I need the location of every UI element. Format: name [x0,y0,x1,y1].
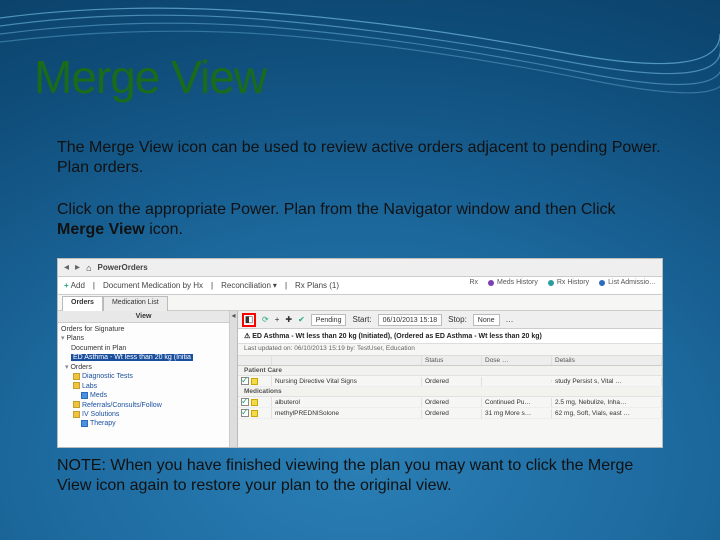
checkbox-icon[interactable] [241,377,249,385]
breadcrumb-bar: ◂ ▸ ⌂ PowerOrders [58,259,662,277]
tab-medication-list[interactable]: Medication List [103,296,168,311]
doc-med-hx-button[interactable]: Document Medication by Hx [103,281,203,290]
section-medications: Medications [238,387,662,397]
plan-subtitle: Last updated on: 06/10/2013 15:19 by: Te… [238,344,662,356]
note-icon [251,410,258,417]
pending-dropdown[interactable]: Pending [311,314,347,326]
nav-item-selected[interactable]: ED Asthma - Wt less than 20 kg (Initia [61,353,226,362]
refresh-icon[interactable]: ⟳ [262,315,269,324]
nav-sub-item[interactable]: IV Solutions [61,410,226,419]
action-icon[interactable]: + [275,315,280,324]
folder-icon [73,401,80,408]
checkbox-icon[interactable] [241,409,249,417]
sep: | [285,281,287,290]
folder-icon [73,411,80,418]
nav-item[interactable]: Orders for Signature [61,325,226,334]
collapse-handle[interactable]: ◂ [230,311,238,447]
p2-text-c: icon. [145,221,183,238]
p2-bold: Merge View [57,221,145,238]
nav-sub-item[interactable]: Therapy [61,419,226,428]
navigator-panel: View Orders for Signature Plans Document… [58,311,230,447]
nav-item-orders[interactable]: Orders [61,363,226,372]
meds-history-indicator: Meds History [488,279,538,286]
nav-item[interactable]: Document in Plan [61,344,226,353]
action-icon[interactable]: ✚ [285,315,292,324]
tab-orders[interactable]: Orders [62,296,103,311]
folder-icon [73,373,80,380]
nav-item-plans[interactable]: Plans [61,334,226,343]
p2-text-a: Click on the appropriate Power. Plan fro… [57,201,616,218]
col-dose: Dose … [482,356,552,365]
main-panel: ◧ ⟳ + ✚ ✔ Pending Start: 06/10/2013 15:1… [238,311,662,447]
merge-view-icon[interactable]: ◧ [242,313,256,327]
note-icon [251,378,258,385]
navigator-tree: Orders for Signature Plans Document in P… [58,323,229,447]
order-row[interactable]: methylPREDNISolone Ordered 31 mg More s…… [238,408,662,419]
folder-icon [73,382,80,389]
rx-indicator: Rx [469,279,478,286]
plan-toolbar: ◧ ⟳ + ✚ ✔ Pending Start: 06/10/2013 15:1… [238,311,662,329]
paragraph-1: The Merge View icon can be used to revie… [57,138,663,179]
breadcrumb-label: PowerOrders [98,263,148,272]
start-label: Start: [352,315,371,324]
col-status: Status [422,356,482,365]
order-row[interactable]: albuterol Ordered Continued Pu… 2.5 mg, … [238,397,662,408]
item-icon [81,392,88,399]
sep: | [93,281,95,290]
sep: | [211,281,213,290]
nav-sub-item[interactable]: Referrals/Consults/Follow [61,401,226,410]
meds-indicator-row: Rx Meds History Rx History List Admissio… [469,279,656,286]
embedded-app-screenshot: ◂ ▸ ⌂ PowerOrders Rx Meds History Rx His… [57,258,663,448]
start-date-field[interactable]: 06/10/2013 15:18 [378,314,443,326]
check-icon[interactable]: ✔ [298,315,305,324]
nav-back-icon[interactable]: ◂ [64,262,69,273]
note-icon [251,399,258,406]
add-button[interactable]: +Add [64,281,85,290]
checkbox-icon[interactable] [241,398,249,406]
nav-sub-item[interactable]: Labs [61,382,226,391]
stop-field[interactable]: None [473,314,500,326]
plan-title: ⚠ ED Asthma - Wt less than 20 kg (Initia… [238,329,662,344]
col-details: Details [552,356,662,365]
rx-plans-button[interactable]: Rx Plans (1) [295,281,339,290]
slide-title: Merge View [34,50,266,104]
order-row[interactable]: Nursing Directive Vital Signs Ordered st… [238,376,662,387]
rx-history-indicator: Rx History [548,279,589,286]
reconciliation-button[interactable]: Reconciliation ▾ [221,281,277,290]
nav-fwd-icon[interactable]: ▸ [75,262,80,273]
admission-indicator: List Admissio… [599,279,656,286]
section-patient-care: Patient Care [238,366,662,376]
plus-icon: + [64,281,69,290]
nav-sub-item[interactable]: Meds [61,391,226,400]
navigator-header: View [58,311,229,323]
grid-rows: Patient Care Nursing Directive Vital Sig… [238,366,662,419]
dot-icon [599,280,605,286]
tab-bar: Orders Medication List [58,295,662,311]
item-icon [81,420,88,427]
nav-sub-item[interactable]: Diagnostic Tests [61,372,226,381]
paragraph-note: NOTE: When you have finished viewing the… [57,456,663,497]
home-icon[interactable]: ⌂ [86,263,91,273]
dot-icon [548,280,554,286]
grid-header: Status Dose … Details [238,356,662,366]
more-icon[interactable]: … [506,315,514,324]
paragraph-2: Click on the appropriate Power. Plan fro… [57,200,663,241]
dot-icon [488,280,494,286]
stop-label: Stop: [448,315,467,324]
